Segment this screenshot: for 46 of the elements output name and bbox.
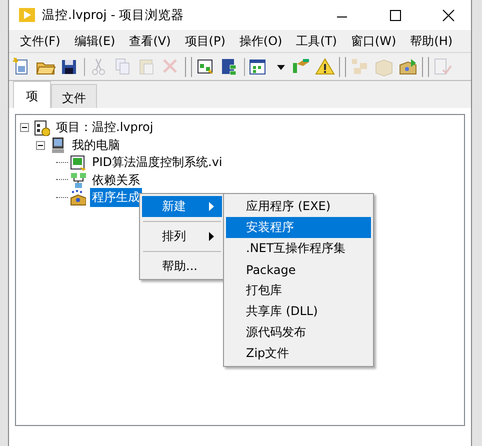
menu-item[interactable]: 应用程序 (EXE): [226, 196, 371, 217]
menu-label: 新建: [162, 198, 187, 215]
menu-item[interactable]: 安装程序: [226, 217, 371, 238]
menu-item[interactable]: 排列: [142, 226, 222, 247]
tree-item[interactable]: 依赖关系: [90, 170, 142, 190]
app-icon: [19, 7, 35, 23]
menu-item[interactable]: 打包库: [226, 280, 371, 301]
toolbar-grip[interactable]: [422, 56, 429, 76]
menu-item[interactable]: 新建: [142, 196, 222, 217]
menu-item[interactable]: 帮助...: [142, 256, 222, 277]
menu-item[interactable]: 共享库 (DLL): [226, 301, 371, 322]
dependency-icon: [70, 172, 86, 188]
project-icon: [34, 120, 50, 136]
menu-item[interactable]: 工具(T): [289, 32, 344, 50]
package-icon: [70, 190, 86, 206]
deploy-icon[interactable]: [398, 56, 418, 76]
maximize-icon[interactable]: [388, 8, 402, 22]
collapse-icon[interactable]: [36, 140, 45, 150]
menu-item[interactable]: 查看(V): [122, 32, 178, 50]
menu-label: 帮助...: [162, 258, 198, 275]
tree-item[interactable]: 项目：温控.lvproj: [54, 118, 156, 138]
tree-item[interactable]: 我的电脑: [70, 136, 122, 155]
computer-icon: [50, 137, 66, 154]
menu-item[interactable]: Package: [226, 259, 371, 280]
vi-file-icon: [70, 154, 86, 171]
menu-item[interactable]: 帮助(H): [403, 32, 460, 50]
tab[interactable]: 项: [13, 81, 51, 108]
menu-item[interactable]: 操作(O): [232, 32, 290, 50]
toolbar-grip[interactable]: [339, 56, 346, 76]
menu-item[interactable]: 编辑(E): [67, 32, 122, 50]
menu-item[interactable]: 源代码发布: [226, 322, 371, 343]
tree-item[interactable]: PID算法温度控制系统.vi: [90, 153, 224, 172]
warning-icon[interactable]: [315, 56, 335, 76]
menu-item[interactable]: .NET互操作程序集: [226, 238, 371, 259]
vi-icon[interactable]: [196, 56, 216, 76]
menu-label: 排列: [162, 228, 187, 245]
menu-item[interactable]: Zip文件: [226, 343, 371, 364]
window-title: 温控.lvproj - 项目浏览器: [42, 6, 186, 24]
menu-item[interactable]: 窗口(W): [344, 32, 404, 50]
menu-item[interactable]: 文件(F): [13, 32, 68, 50]
toolbar-grip[interactable]: [185, 56, 192, 76]
tree-item[interactable]: 程序生成: [90, 188, 142, 208]
collapse-icon[interactable]: [20, 123, 29, 132]
menu-item[interactable]: 项目(P): [178, 32, 232, 50]
close-icon[interactable]: [442, 8, 454, 22]
tab[interactable]: 文件: [51, 84, 97, 108]
